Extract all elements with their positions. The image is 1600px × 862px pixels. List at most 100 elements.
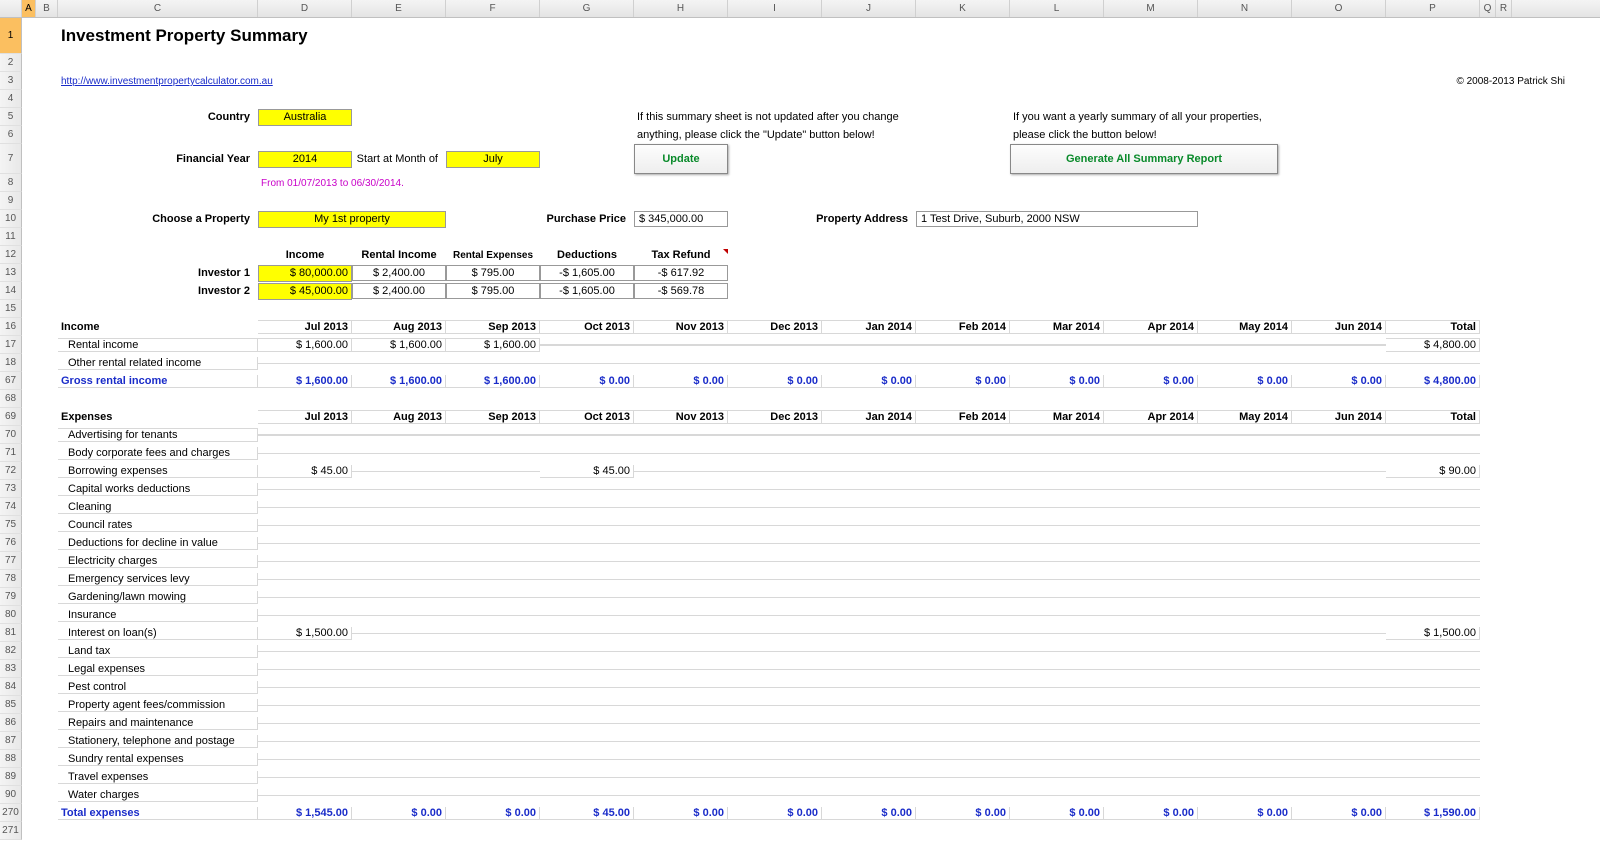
expense-cell[interactable]: [728, 471, 822, 472]
expense-cell[interactable]: [822, 543, 916, 544]
expense-cell[interactable]: [1104, 525, 1198, 526]
expense-cell[interactable]: [1386, 741, 1480, 742]
income-cell[interactable]: [1198, 363, 1292, 364]
expense-cell[interactable]: [1010, 597, 1104, 598]
expense-cell[interactable]: [916, 615, 1010, 616]
expense-cell[interactable]: [728, 489, 822, 490]
expense-cell[interactable]: [540, 759, 634, 760]
expense-cell[interactable]: [258, 615, 352, 616]
expense-cell[interactable]: [258, 705, 352, 706]
col-header-l[interactable]: L: [1010, 0, 1104, 17]
row-header[interactable]: 2: [0, 54, 22, 72]
expense-cell[interactable]: $ 90.00: [1386, 465, 1480, 478]
expense-cell[interactable]: [258, 579, 352, 580]
expense-cell[interactable]: [1386, 777, 1480, 778]
expense-cell[interactable]: [728, 579, 822, 580]
expense-cell[interactable]: [446, 633, 540, 634]
expense-cell[interactable]: [352, 651, 446, 652]
expense-cell[interactable]: [352, 741, 446, 742]
expense-cell[interactable]: [916, 633, 1010, 634]
expense-cell[interactable]: [634, 543, 728, 544]
expense-cell[interactable]: [822, 597, 916, 598]
expense-cell[interactable]: [352, 723, 446, 724]
expense-cell[interactable]: [916, 561, 1010, 562]
expense-cell[interactable]: [540, 543, 634, 544]
website-link[interactable]: http://www.investmentpropertycalculator.…: [61, 76, 273, 87]
row-header[interactable]: 70: [0, 426, 22, 444]
expense-cell[interactable]: [540, 597, 634, 598]
expense-cell[interactable]: [446, 651, 540, 652]
expense-cell[interactable]: [634, 471, 728, 472]
expense-cell[interactable]: [352, 705, 446, 706]
expense-cell[interactable]: [728, 434, 822, 436]
expense-cell[interactable]: [540, 579, 634, 580]
row-header[interactable]: 83: [0, 660, 22, 678]
expense-cell[interactable]: [1104, 687, 1198, 688]
expense-cell[interactable]: [1104, 633, 1198, 634]
expense-cell[interactable]: [446, 597, 540, 598]
expense-cell[interactable]: [728, 795, 822, 796]
income-cell[interactable]: [916, 363, 1010, 364]
expense-cell[interactable]: [634, 741, 728, 742]
income-cell[interactable]: [728, 363, 822, 364]
expense-cell[interactable]: [1104, 741, 1198, 742]
expense-cell[interactable]: [1198, 633, 1292, 634]
col-header-e[interactable]: E: [352, 0, 446, 17]
col-header-f[interactable]: F: [446, 0, 540, 17]
expense-cell[interactable]: [540, 741, 634, 742]
expense-cell[interactable]: [446, 471, 540, 472]
expense-cell[interactable]: [446, 507, 540, 508]
expense-cell[interactable]: [352, 759, 446, 760]
col-header-c[interactable]: C: [58, 0, 258, 17]
expense-cell[interactable]: [822, 795, 916, 796]
expense-cell[interactable]: [446, 434, 540, 436]
income-cell[interactable]: [446, 363, 540, 364]
expense-cell[interactable]: [1010, 633, 1104, 634]
expense-cell[interactable]: [1104, 543, 1198, 544]
row-header[interactable]: 3: [0, 72, 22, 90]
expense-cell[interactable]: [1386, 759, 1480, 760]
row-header[interactable]: 14: [0, 282, 22, 300]
expense-cell[interactable]: [634, 507, 728, 508]
expense-cell[interactable]: [1104, 453, 1198, 454]
row-header[interactable]: 82: [0, 642, 22, 660]
expense-cell[interactable]: [258, 453, 352, 454]
expense-cell[interactable]: [728, 741, 822, 742]
expense-cell[interactable]: [1386, 579, 1480, 580]
expense-cell[interactable]: [728, 705, 822, 706]
row-header[interactable]: 69: [0, 408, 22, 426]
expense-cell[interactable]: [352, 471, 446, 472]
expense-cell[interactable]: [1292, 777, 1386, 778]
row-header[interactable]: 78: [0, 570, 22, 588]
expense-cell[interactable]: [728, 723, 822, 724]
expense-cell[interactable]: [1386, 651, 1480, 652]
expense-cell[interactable]: [446, 561, 540, 562]
expense-cell[interactable]: [1292, 434, 1386, 436]
col-header-m[interactable]: M: [1104, 0, 1198, 17]
expense-cell[interactable]: [1198, 705, 1292, 706]
expense-cell[interactable]: [916, 579, 1010, 580]
expense-cell[interactable]: [916, 759, 1010, 760]
expense-cell[interactable]: [1198, 453, 1292, 454]
expense-cell[interactable]: [1292, 759, 1386, 760]
expense-cell[interactable]: [728, 507, 822, 508]
expense-cell[interactable]: [1104, 651, 1198, 652]
expense-cell[interactable]: [540, 669, 634, 670]
expense-cell[interactable]: [1104, 795, 1198, 796]
expense-cell[interactable]: [1198, 651, 1292, 652]
country-input[interactable]: Australia: [258, 109, 352, 126]
expense-cell[interactable]: [1386, 525, 1480, 526]
expense-cell[interactable]: [822, 741, 916, 742]
expense-cell[interactable]: [1292, 507, 1386, 508]
expense-cell[interactable]: [352, 489, 446, 490]
expense-cell[interactable]: [728, 525, 822, 526]
col-header-k[interactable]: K: [916, 0, 1010, 17]
expense-cell[interactable]: [1104, 471, 1198, 472]
expense-cell[interactable]: [1292, 471, 1386, 472]
expense-cell[interactable]: [446, 759, 540, 760]
row-header[interactable]: 5: [0, 108, 22, 126]
income-cell[interactable]: [634, 363, 728, 364]
expense-cell[interactable]: [916, 741, 1010, 742]
expense-cell[interactable]: [1010, 669, 1104, 670]
expense-cell[interactable]: [352, 777, 446, 778]
